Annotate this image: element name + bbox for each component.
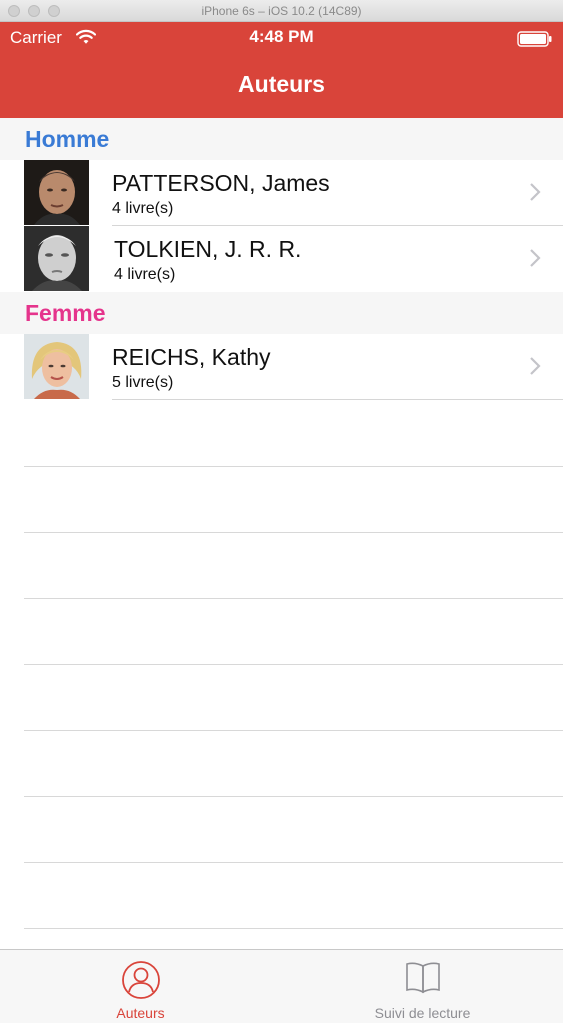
- author-name: TOLKIEN, J. R. R.: [114, 236, 302, 262]
- author-photo: [24, 226, 89, 291]
- author-photo: [24, 334, 89, 399]
- status-time: 4:48 PM: [249, 27, 314, 46]
- empty-row-separator: [24, 466, 563, 467]
- simulator-title-bar: iPhone 6s – iOS 10.2 (14C89): [0, 0, 563, 22]
- author-row-patterson[interactable]: PATTERSON, James 4 livre(s): [0, 160, 563, 226]
- empty-row-separator: [24, 664, 563, 665]
- section-title-femme: Femme: [25, 300, 106, 326]
- row-separator: [112, 399, 563, 400]
- section-header-homme: Homme: [0, 118, 563, 160]
- author-book-count: 5 livre(s): [112, 374, 174, 391]
- author-book-count: 4 livre(s): [114, 266, 176, 283]
- battery-icon: [517, 31, 553, 52]
- tab-label: Auteurs: [116, 1005, 165, 1021]
- empty-row-separator: [24, 598, 563, 599]
- section-title-homme: Homme: [25, 126, 110, 152]
- window-title: iPhone 6s – iOS 10.2 (14C89): [201, 4, 362, 18]
- navigation-header: Carrier 4:48 PM Auteurs: [0, 22, 563, 118]
- author-photo: [24, 160, 89, 225]
- empty-row-separator: [24, 730, 563, 731]
- section-header-femme: Femme: [0, 292, 563, 334]
- author-name: REICHS, Kathy: [112, 344, 271, 370]
- chevron-right-icon: [529, 182, 541, 207]
- authors-list: Homme PATTERSON, James 4 livre(s) TOLKIE…: [0, 118, 563, 400]
- chevron-right-icon: [529, 356, 541, 381]
- person-circle-icon: [121, 960, 161, 1005]
- author-book-count: 4 livre(s): [112, 200, 174, 217]
- tab-bar: Auteurs Suivi de lecture: [0, 949, 563, 1023]
- empty-row-separator: [24, 532, 563, 533]
- empty-row-separator: [24, 928, 563, 929]
- tab-auteurs[interactable]: Auteurs: [0, 950, 281, 1023]
- empty-row-separator: [24, 796, 563, 797]
- author-row-reichs[interactable]: REICHS, Kathy 5 livre(s): [0, 334, 563, 400]
- tab-label: Suivi de lecture: [374, 1005, 471, 1021]
- open-book-icon: [404, 960, 442, 999]
- author-name: PATTERSON, James: [112, 170, 330, 196]
- chevron-right-icon: [529, 248, 541, 273]
- page-title: Auteurs: [238, 71, 325, 97]
- empty-row-separator: [24, 862, 563, 863]
- tab-suivi-de-lecture[interactable]: Suivi de lecture: [282, 950, 563, 1023]
- author-row-tolkien[interactable]: TOLKIEN, J. R. R. 4 livre(s): [0, 226, 563, 292]
